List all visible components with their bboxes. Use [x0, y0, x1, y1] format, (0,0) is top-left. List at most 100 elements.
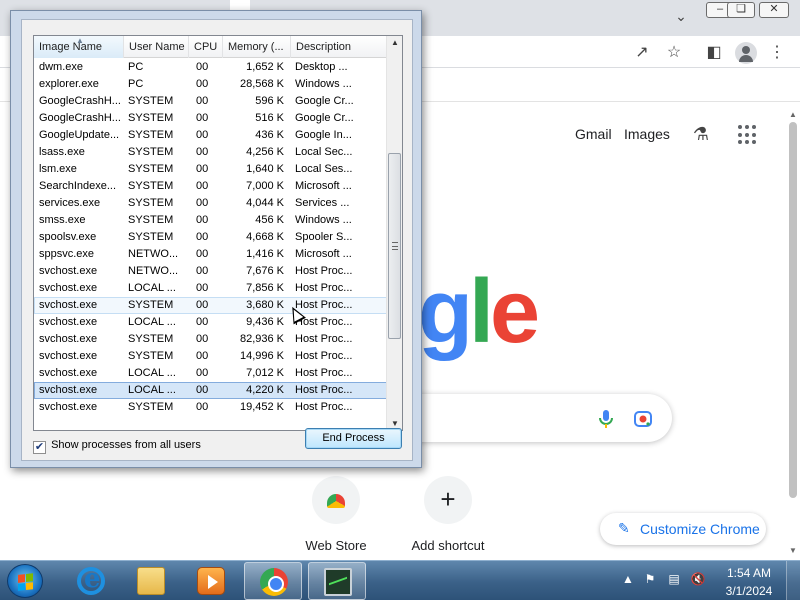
clock-time[interactable]: 1:54 AM	[719, 566, 779, 580]
web-store-tile	[312, 476, 360, 524]
show-hidden-icons-icon[interactable]: ▲	[620, 571, 636, 587]
clock-date[interactable]: 3/1/2024	[719, 584, 779, 598]
process-cpu: 00	[196, 316, 209, 328]
process-row[interactable]: svchost.exe SYSTEM 00 82,936 K Host Proc...	[34, 331, 388, 348]
search-box[interactable]	[380, 394, 672, 442]
process-name: svchost.exe	[39, 265, 98, 277]
process-row[interactable]: lsm.exe SYSTEM 00 1,640 K Local Ses...	[34, 161, 388, 178]
process-memory: 436 K	[255, 129, 284, 141]
process-list[interactable]: ▲ Image Name User Name CPU Memory (... D…	[33, 35, 403, 431]
restore-button[interactable]: ❏	[727, 2, 755, 18]
show-all-users-checkbox[interactable]: ✔	[33, 441, 46, 454]
process-row[interactable]: GoogleUpdate... SYSTEM 00 436 K Google In...	[34, 127, 388, 144]
process-cpu: 00	[196, 401, 209, 413]
process-user: SYSTEM	[128, 333, 174, 345]
process-row[interactable]: smss.exe SYSTEM 00 456 K Windows ...	[34, 212, 388, 229]
profile-icon[interactable]	[735, 42, 757, 64]
process-user: SYSTEM	[128, 299, 174, 311]
tab-search-chevron-icon[interactable]: ⌄	[672, 7, 690, 25]
process-list-scrollbar[interactable]: ▲ ▼	[386, 36, 402, 430]
process-row[interactable]: svchost.exe NETWO... 00 7,676 K Host Proc...	[34, 263, 388, 280]
process-memory: 456 K	[255, 214, 284, 226]
taskbar-media-player[interactable]	[182, 562, 240, 600]
side-panel-icon[interactable]: ◧	[702, 42, 726, 64]
show-desktop-button[interactable]	[786, 561, 800, 600]
process-row[interactable]: dwm.exe PC 00 1,652 K Desktop ...	[34, 59, 388, 76]
process-description: Host Proc...	[295, 367, 353, 379]
mic-icon[interactable]	[596, 408, 616, 430]
column-image-name[interactable]: ▲ Image Name	[34, 36, 124, 58]
taskbar-google-chrome[interactable]	[244, 562, 302, 600]
scroll-up-arrow-icon[interactable]: ▲	[789, 110, 797, 119]
action-center-flag-icon[interactable]: ⚑	[642, 571, 658, 587]
column-memory[interactable]: Memory (...	[223, 36, 291, 58]
process-row[interactable]: SearchIndexe... SYSTEM 00 7,000 K Microsoft …	[34, 178, 388, 195]
process-description: Google In...	[295, 129, 352, 141]
process-cpu: 00	[196, 129, 209, 141]
column-cpu[interactable]: CPU	[189, 36, 223, 58]
taskbar-internet-explorer[interactable]	[62, 562, 120, 600]
process-row[interactable]: svchost.exe SYSTEM 00 3,680 K Host Proc...	[34, 297, 388, 314]
process-description: Host Proc...	[295, 384, 353, 396]
process-row[interactable]: lsass.exe SYSTEM 00 4,256 K Local Sec...	[34, 144, 388, 161]
taskbar-windows-explorer[interactable]	[122, 562, 180, 600]
process-memory: 516 K	[255, 112, 284, 124]
shortcut-web-store[interactable]: Web Store	[286, 476, 386, 553]
sort-ascending-icon: ▲	[76, 36, 84, 45]
shortcut-add[interactable]: + Add shortcut	[398, 476, 498, 553]
process-memory: 3,680 K	[246, 299, 284, 311]
bookmark-star-icon[interactable]: ☆	[662, 42, 686, 64]
process-row[interactable]: spoolsv.exe SYSTEM 00 4,668 K Spooler S...	[34, 229, 388, 246]
network-icon[interactable]: ▤	[666, 571, 682, 587]
process-name: spoolsv.exe	[39, 231, 97, 243]
scroll-down-arrow-icon[interactable]: ▼	[789, 546, 797, 555]
process-cpu: 00	[196, 248, 209, 260]
process-name: svchost.exe	[39, 316, 98, 328]
process-cpu: 00	[196, 180, 209, 192]
close-window-button[interactable]: ✕	[759, 2, 789, 18]
process-memory: 9,436 K	[246, 316, 284, 328]
process-row[interactable]: svchost.exe LOCAL ... 00 7,856 K Host Proc..…	[34, 280, 388, 297]
column-user-name[interactable]: User Name	[124, 36, 189, 58]
process-user: SYSTEM	[128, 231, 174, 243]
process-row[interactable]: services.exe SYSTEM 00 4,044 K Services ...	[34, 195, 388, 212]
process-name: smss.exe	[39, 214, 86, 226]
add-shortcut-tile: +	[424, 476, 472, 524]
process-row[interactable]: svchost.exe LOCAL ... 00 4,220 K Host Proc..…	[34, 382, 388, 399]
volume-muted-icon[interactable]: 🔇	[690, 571, 706, 587]
process-row[interactable]: svchost.exe LOCAL ... 00 7,012 K Host Proc..…	[34, 365, 388, 382]
process-row[interactable]: GoogleCrashH... SYSTEM 00 516 K Google Cr...	[34, 110, 388, 127]
process-row[interactable]: svchost.exe SYSTEM 00 14,996 K Host Proc...	[34, 348, 388, 365]
page-scroll-thumb[interactable]	[789, 122, 797, 498]
process-user: SYSTEM	[128, 214, 174, 226]
process-name: SearchIndexe...	[39, 180, 117, 192]
lens-icon[interactable]	[632, 408, 654, 430]
process-row[interactable]: svchost.exe SYSTEM 00 19,452 K Host Proc...	[34, 399, 388, 416]
process-user: LOCAL ...	[128, 316, 176, 328]
show-all-users-option[interactable]: ✔ Show processes from all users	[33, 438, 201, 454]
end-process-button[interactable]: End Process	[305, 428, 402, 449]
process-list-scroll-thumb[interactable]	[388, 153, 401, 339]
plus-icon: +	[440, 484, 456, 514]
folder-icon	[137, 567, 165, 595]
process-cpu: 00	[196, 231, 209, 243]
gmail-link[interactable]: Gmail	[575, 126, 612, 142]
process-cpu: 00	[196, 367, 209, 379]
more-menu-icon[interactable]: ⋮	[765, 42, 789, 64]
apps-icon[interactable]	[738, 125, 758, 145]
process-name: GoogleUpdate...	[39, 129, 120, 141]
start-button[interactable]	[7, 564, 43, 598]
process-memory: 82,936 K	[239, 333, 284, 345]
scroll-up-arrow-icon[interactable]: ▲	[391, 38, 399, 47]
process-row[interactable]: explorer.exe PC 00 28,568 K Windows ...	[34, 76, 388, 93]
share-icon[interactable]: ↗	[630, 42, 654, 64]
process-row[interactable]: sppsvc.exe NETWO... 00 1,416 K Microsoft ...	[34, 246, 388, 263]
process-row[interactable]: svchost.exe LOCAL ... 00 9,436 K Host Proc..…	[34, 314, 388, 331]
scroll-down-arrow-icon[interactable]: ▼	[391, 419, 399, 428]
taskbar-task-manager[interactable]	[308, 562, 366, 600]
labs-icon[interactable]: ⚗	[690, 124, 712, 146]
images-link[interactable]: Images	[624, 126, 670, 142]
process-row[interactable]: GoogleCrashH... SYSTEM 00 596 K Google Cr...	[34, 93, 388, 110]
column-description[interactable]: Description	[291, 36, 388, 58]
process-cpu: 00	[196, 282, 209, 294]
